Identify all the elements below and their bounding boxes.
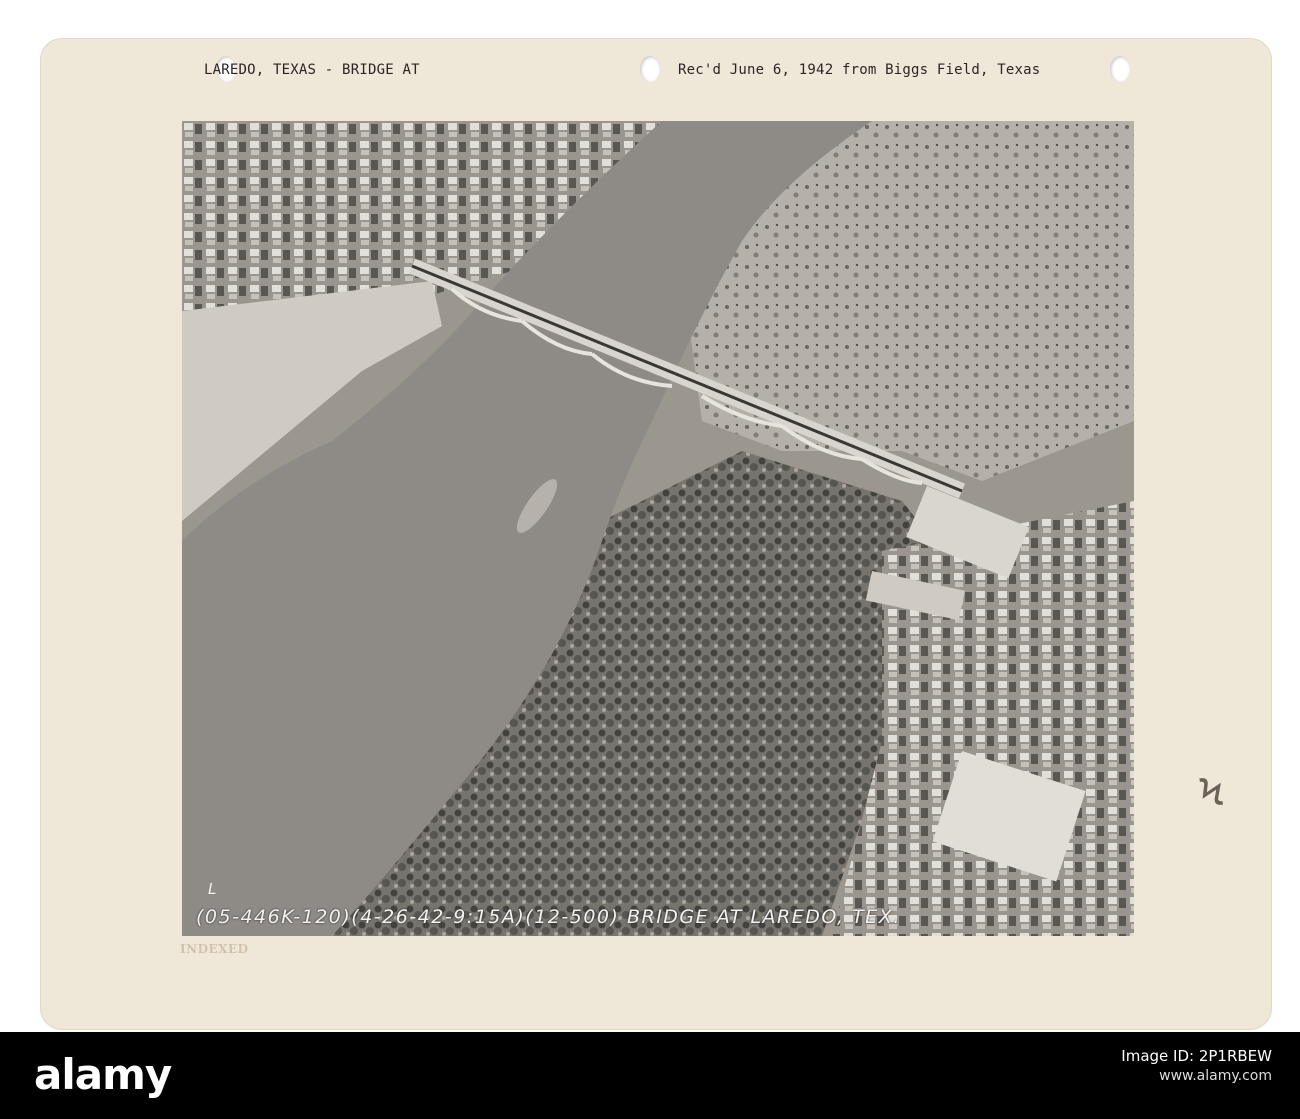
pencil-mark: Ϟ <box>1194 768 1228 818</box>
negative-inscription: (05-446K-120)(4-26-42-9:15A)(12-500) BRI… <box>196 906 901 928</box>
aerial-photograph: L (05-446K-120)(4-26-42-9:15A)(12-500) B… <box>182 121 1134 936</box>
aerial-scene <box>182 121 1134 936</box>
indexed-stamp: INDEXED <box>180 942 249 956</box>
alamy-logo: alamy <box>34 1050 172 1099</box>
punch-hole-center <box>640 56 660 82</box>
negative-letter: L <box>208 880 217 898</box>
left-caption: LAREDO, TEXAS - BRIDGE AT <box>204 62 420 78</box>
right-caption: Rec'd June 6, 1942 from Biggs Field, Tex… <box>678 62 1041 78</box>
watermark-info: Image ID: 2P1RBEW www.alamy.com <box>1121 1046 1272 1086</box>
image-id: Image ID: 2P1RBEW <box>1121 1047 1272 1065</box>
watermark-bar: alamy Image ID: 2P1RBEW www.alamy.com <box>0 1032 1300 1119</box>
punch-hole-right <box>1110 56 1130 82</box>
alamy-url: www.alamy.com <box>1159 1068 1272 1084</box>
